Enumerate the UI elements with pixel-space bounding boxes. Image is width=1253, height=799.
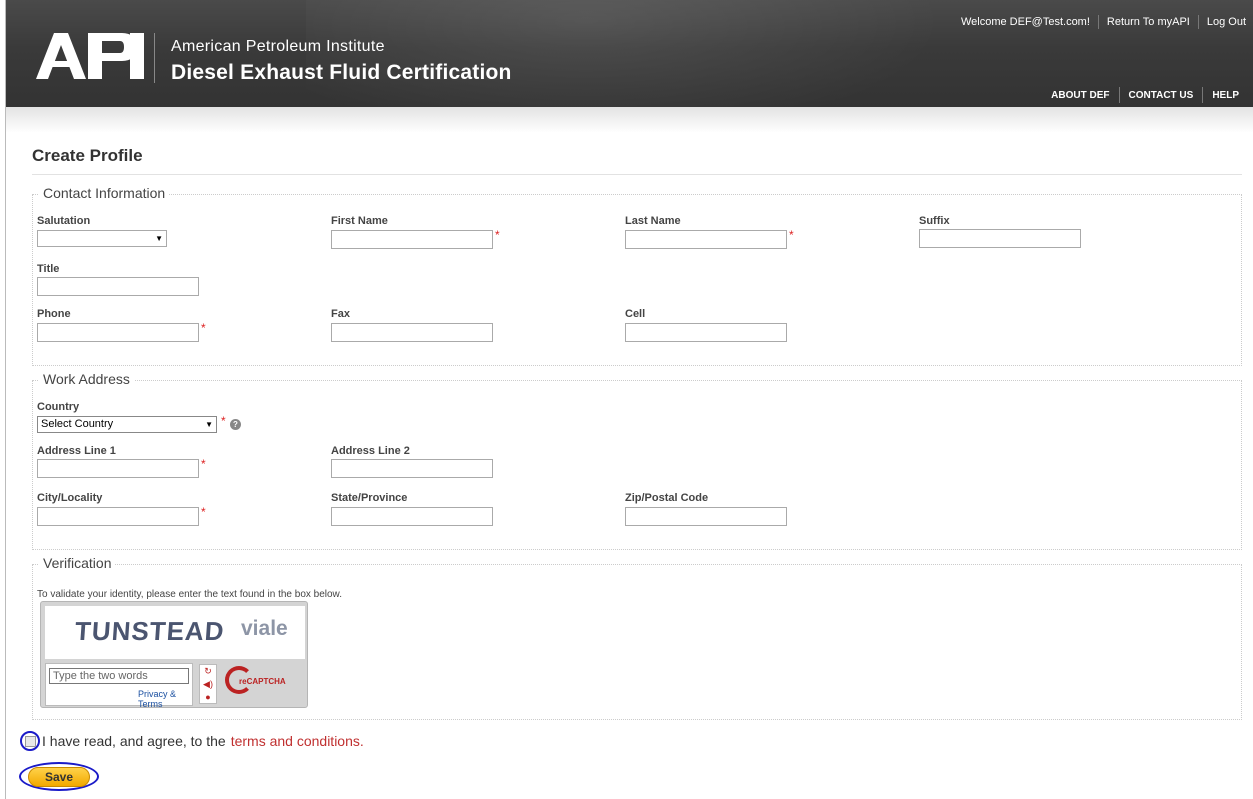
account-links: Welcome DEF@Test.com! Return To myAPI Lo… (953, 15, 1253, 29)
api-logo (36, 33, 144, 79)
city-field[interactable] (37, 507, 199, 526)
nav-help[interactable]: HELP (1203, 90, 1248, 101)
nav-contact-us[interactable]: CONTACT US (1120, 90, 1203, 101)
header-shadow (6, 107, 1253, 133)
suffix-label: Suffix (919, 215, 950, 227)
required-mark: * (221, 414, 226, 428)
phone-field[interactable] (37, 323, 199, 342)
page-frame: American Petroleum Institute Diesel Exha… (5, 0, 1253, 799)
cell-label: Cell (625, 308, 646, 320)
save-button[interactable]: Save (28, 766, 90, 787)
chevron-down-icon: ▼ (155, 234, 163, 243)
help-icon[interactable]: ? (230, 419, 241, 430)
required-mark: * (201, 505, 206, 519)
nav-about-def[interactable]: ABOUT DEF (1042, 90, 1118, 101)
recaptcha-label: reCAPTCHA (239, 677, 286, 686)
contact-legend: Contact Information (39, 185, 170, 201)
phone-label: Phone (37, 308, 71, 320)
address-line2-label: Address Line 2 (331, 445, 410, 457)
required-mark: * (495, 228, 500, 242)
fax-field[interactable] (331, 323, 493, 342)
welcome-text: Welcome DEF@Test.com! (960, 16, 1090, 28)
fax-label: Fax (331, 308, 350, 320)
address-line2-field[interactable] (331, 459, 493, 478)
title-label: Title (37, 263, 60, 275)
highlight-ring: Save (19, 762, 99, 791)
last-name-field[interactable] (625, 230, 787, 249)
verification-instructions: To validate your identity, please enter … (37, 589, 343, 600)
agreement-row: I have read, and agree, to the terms and… (20, 731, 364, 751)
highlight-ring (20, 731, 40, 751)
captcha-input[interactable]: Type the two words (49, 668, 189, 684)
zip-label: Zip/Postal Code (625, 492, 709, 504)
return-to-myapi-link[interactable]: Return To myAPI (1099, 16, 1198, 28)
chevron-down-icon: ▼ (205, 420, 213, 429)
refresh-icon[interactable]: ↻ (200, 665, 216, 678)
captcha-word-1: TUNSTEAD (73, 616, 226, 646)
captcha-controls: ↻ ◀) ● (199, 664, 217, 704)
privacy-terms-link[interactable]: Privacy & Terms (138, 689, 192, 709)
cell-field[interactable] (625, 323, 787, 342)
site-header: American Petroleum Institute Diesel Exha… (6, 0, 1253, 107)
main-nav: ABOUT DEF CONTACT US HELP (1042, 87, 1248, 103)
title-rule (32, 174, 1242, 175)
verification-legend: Verification (39, 555, 116, 571)
verification-section: Verification To validate your identity, … (32, 555, 1242, 720)
work-address-legend: Work Address (39, 371, 134, 387)
work-address-section: Work Address Country Select Country ▼ * … (32, 371, 1242, 550)
audio-icon[interactable]: ◀) (200, 678, 216, 691)
address-line1-label: Address Line 1 (37, 445, 116, 457)
recaptcha-widget: TUNSTEAD viale Type the two words Privac… (40, 601, 308, 709)
zip-field[interactable] (625, 507, 787, 526)
address-line1-field[interactable] (37, 459, 199, 478)
agree-checkbox[interactable] (24, 735, 36, 747)
salutation-label: Salutation (37, 215, 91, 227)
help-icon[interactable]: ● (200, 691, 216, 704)
first-name-field[interactable] (331, 230, 493, 249)
captcha-word-2: viale (241, 617, 288, 640)
captcha-input-area: Type the two words Privacy & Terms (45, 663, 193, 709)
page-title: Create Profile (32, 146, 143, 165)
header-sheen (306, 0, 1006, 107)
country-selected-value: Select Country (41, 418, 114, 430)
agreement-text: I have read, and agree, to the (42, 733, 226, 749)
logo-divider (154, 33, 155, 83)
logout-link[interactable]: Log Out (1199, 16, 1253, 28)
org-name: American Petroleum Institute (171, 38, 385, 55)
first-name-label: First Name (331, 215, 388, 227)
required-mark: * (789, 228, 794, 242)
site-name: Diesel Exhaust Fluid Certification (171, 61, 512, 84)
captcha-image: TUNSTEAD viale (45, 606, 305, 659)
state-field[interactable] (331, 507, 493, 526)
last-name-label: Last Name (625, 215, 681, 227)
suffix-field[interactable] (919, 229, 1081, 248)
country-label: Country (37, 401, 80, 413)
city-label: City/Locality (37, 492, 103, 504)
salutation-select[interactable]: ▼ (37, 230, 167, 247)
state-label: State/Province (331, 492, 408, 504)
required-mark: * (201, 321, 206, 335)
contact-section: Contact Information Salutation ▼ First N… (32, 185, 1242, 366)
country-select[interactable]: Select Country ▼ (37, 416, 217, 433)
title-field[interactable] (37, 277, 199, 296)
required-mark: * (201, 457, 206, 471)
terms-link[interactable]: terms and conditions. (231, 733, 364, 749)
